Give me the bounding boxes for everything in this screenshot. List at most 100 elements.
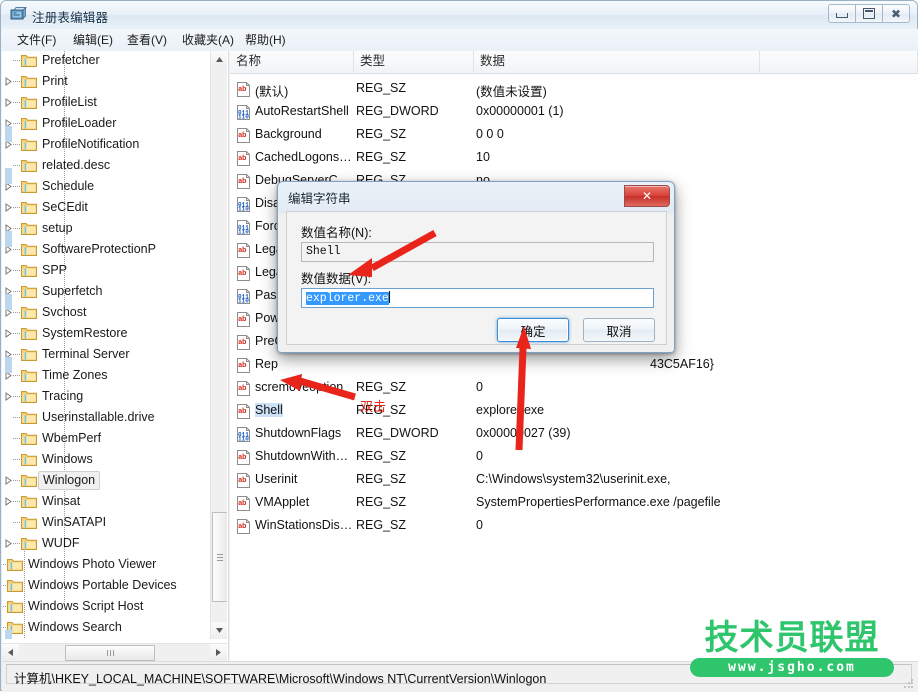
column-header-data[interactable]: 数据: [474, 51, 760, 72]
tree-item-softwareprotectionp[interactable]: SoftwareProtectionP: [2, 240, 212, 259]
expander-triangle-icon[interactable]: [4, 329, 13, 338]
tree-item-userinstallable-drive[interactable]: Userinstallable.drive: [2, 408, 212, 427]
value-data-input[interactable]: explorer.exe: [301, 288, 654, 308]
tree-connector: [13, 396, 21, 397]
resize-grip-icon[interactable]: [903, 678, 914, 689]
values-list-pane[interactable]: 名称 类型 数据 ab (默认) REG_SZ (数值未设置) 011 110 AutoRest…: [230, 51, 918, 661]
tree-item-winlogon[interactable]: Winlogon: [2, 471, 212, 490]
tree-item-prefetcher[interactable]: Prefetcher: [2, 51, 212, 70]
tree-item-related-desc[interactable]: related.desc: [2, 156, 212, 175]
value-row[interactable]: ab ShutdownWith… REG_SZ 0: [230, 446, 918, 469]
tree-vertical-scrollbar[interactable]: [210, 51, 227, 639]
tree-item-windows-script-host[interactable]: Windows Script Host: [2, 597, 212, 616]
tree-item-windows[interactable]: Windows: [2, 450, 212, 469]
minimize-button[interactable]: [828, 4, 856, 23]
tree-item-winsatapi[interactable]: WinSATAPI: [2, 513, 212, 532]
tree-item-windows-photo-viewer[interactable]: Windows Photo Viewer: [2, 555, 212, 574]
menu-view[interactable]: 查看(V): [124, 32, 170, 48]
tree-item-winsat[interactable]: Winsat: [2, 492, 212, 511]
value-row[interactable]: 011 110 AutoRestartShell REG_DWORD 0x0000000…: [230, 101, 918, 124]
tree-item-windows-portable-devices[interactable]: Windows Portable Devices: [2, 576, 212, 595]
menu-file[interactable]: 文件(F): [14, 32, 59, 48]
folder-icon: [21, 74, 37, 88]
expander-triangle-icon[interactable]: [4, 98, 13, 107]
chevron-right-icon: [216, 648, 221, 656]
value-row[interactable]: 011 110 ShutdownFlags REG_DWORD 0x00000027 (…: [230, 423, 918, 446]
expander-triangle-icon[interactable]: [4, 266, 13, 275]
tree-item-label: Print: [42, 74, 68, 88]
tree-item-schedule[interactable]: Schedule: [2, 177, 212, 196]
tree-item-systemrestore[interactable]: SystemRestore: [2, 324, 212, 343]
value-row[interactable]: ab Userinit REG_SZ C:\Windows\system32\user…: [230, 469, 918, 492]
tree-item-tracing[interactable]: Tracing: [2, 387, 212, 406]
registry-tree[interactable]: Prefetcher Print ProfileList ProfileLoader P…: [2, 51, 212, 639]
expander-triangle-icon[interactable]: [4, 392, 13, 401]
expander-triangle-icon[interactable]: [4, 476, 13, 485]
tree-connector: [13, 438, 21, 439]
registry-tree-pane[interactable]: Prefetcher Print ProfileList ProfileLoader P…: [2, 51, 228, 661]
tree-item-label: ProfileNotification: [42, 137, 140, 151]
value-row[interactable]: ab CachedLogons… REG_SZ 10: [230, 147, 918, 170]
value-row[interactable]: ab (默认) REG_SZ (数值未设置): [230, 78, 918, 101]
ok-button[interactable]: 确定: [497, 318, 569, 342]
tree-item-label: WbemPerf: [42, 431, 102, 445]
tree-item-profileloader[interactable]: ProfileLoader: [2, 114, 212, 133]
folder-icon: [21, 158, 37, 172]
value-name: Background: [255, 127, 322, 141]
tree-item-profilelist[interactable]: ProfileList: [2, 93, 212, 112]
expander-triangle-icon[interactable]: [4, 203, 13, 212]
hscroll-thumb[interactable]: [65, 645, 155, 661]
column-header-name[interactable]: 名称: [230, 51, 354, 72]
tree-item-svchost[interactable]: Svchost: [2, 303, 212, 322]
menu-edit[interactable]: 编辑(E): [70, 32, 116, 48]
expander-triangle-icon[interactable]: [4, 497, 13, 506]
tree-horizontal-scrollbar[interactable]: [2, 643, 227, 661]
expander-triangle-icon[interactable]: [4, 77, 13, 86]
tree-item-superfetch[interactable]: Superfetch: [2, 282, 212, 301]
value-row[interactable]: ab VMApplet REG_SZ SystemPropertiesPerforma…: [230, 492, 918, 515]
svg-text:ab: ab: [238, 339, 246, 346]
values-list-body[interactable]: ab (默认) REG_SZ (数值未设置) 011 110 AutoRestartShel…: [230, 73, 918, 661]
scroll-thumb[interactable]: [212, 512, 227, 602]
tree-item-wudf[interactable]: WUDF: [2, 534, 212, 553]
tree-item-wbemperf[interactable]: WbemPerf: [2, 429, 212, 448]
value-name: ShutdownFlags: [255, 426, 342, 440]
maximize-button[interactable]: [855, 4, 883, 23]
value-data: 0x00000027 (39): [476, 426, 571, 440]
value-row[interactable]: ab scremoveoption REG_SZ 0: [230, 377, 918, 400]
tree-item-windows-search[interactable]: Windows Search: [2, 618, 212, 637]
scroll-up-button[interactable]: [211, 51, 227, 68]
value-row[interactable]: ab Shell REG_SZ explorer.exe: [230, 400, 918, 423]
string-value-icon: ab: [236, 174, 251, 189]
scroll-right-button[interactable]: [210, 644, 227, 660]
minimize-icon: [836, 13, 848, 18]
expander-triangle-icon[interactable]: [4, 539, 13, 548]
scroll-left-button[interactable]: [2, 644, 19, 660]
dialog-close-button[interactable]: ✕: [624, 185, 670, 207]
value-row[interactable]: ab Background REG_SZ 0 0 0: [230, 124, 918, 147]
tree-item-terminal-server[interactable]: Terminal Server: [2, 345, 212, 364]
tree-item-time-zones[interactable]: Time Zones: [2, 366, 212, 385]
tree-item-print[interactable]: Print: [2, 72, 212, 91]
tree-item-label: ProfileList: [42, 95, 97, 109]
value-row[interactable]: ab WinStationsDis… REG_SZ 0: [230, 515, 918, 538]
string-value-icon: ab: [236, 312, 251, 327]
tree-connector: [13, 207, 21, 208]
tree-item-setup[interactable]: setup: [2, 219, 212, 238]
column-header-type[interactable]: 类型: [354, 51, 474, 72]
tree-item-secedit[interactable]: SeCEdit: [2, 198, 212, 217]
column-header-extra[interactable]: [760, 51, 918, 72]
cancel-button[interactable]: 取消: [583, 318, 655, 342]
column-header-label: 数据: [480, 54, 506, 68]
menu-help[interactable]: 帮助(H): [242, 32, 289, 48]
tree-connector: [13, 312, 21, 313]
ok-button-label: 确定: [520, 324, 546, 339]
tree-item-profilenotification[interactable]: ProfileNotification: [2, 135, 212, 154]
tree-item-spp[interactable]: SPP: [2, 261, 212, 280]
menu-favorites[interactable]: 收藏夹(A): [179, 32, 237, 48]
tree-connector: [13, 165, 21, 166]
tree-edge-marker: [5, 294, 12, 310]
value-row[interactable]: ab Rep 43C5AF16}: [230, 354, 918, 377]
close-button[interactable]: ✖: [882, 4, 910, 23]
scroll-down-button[interactable]: [211, 622, 227, 639]
